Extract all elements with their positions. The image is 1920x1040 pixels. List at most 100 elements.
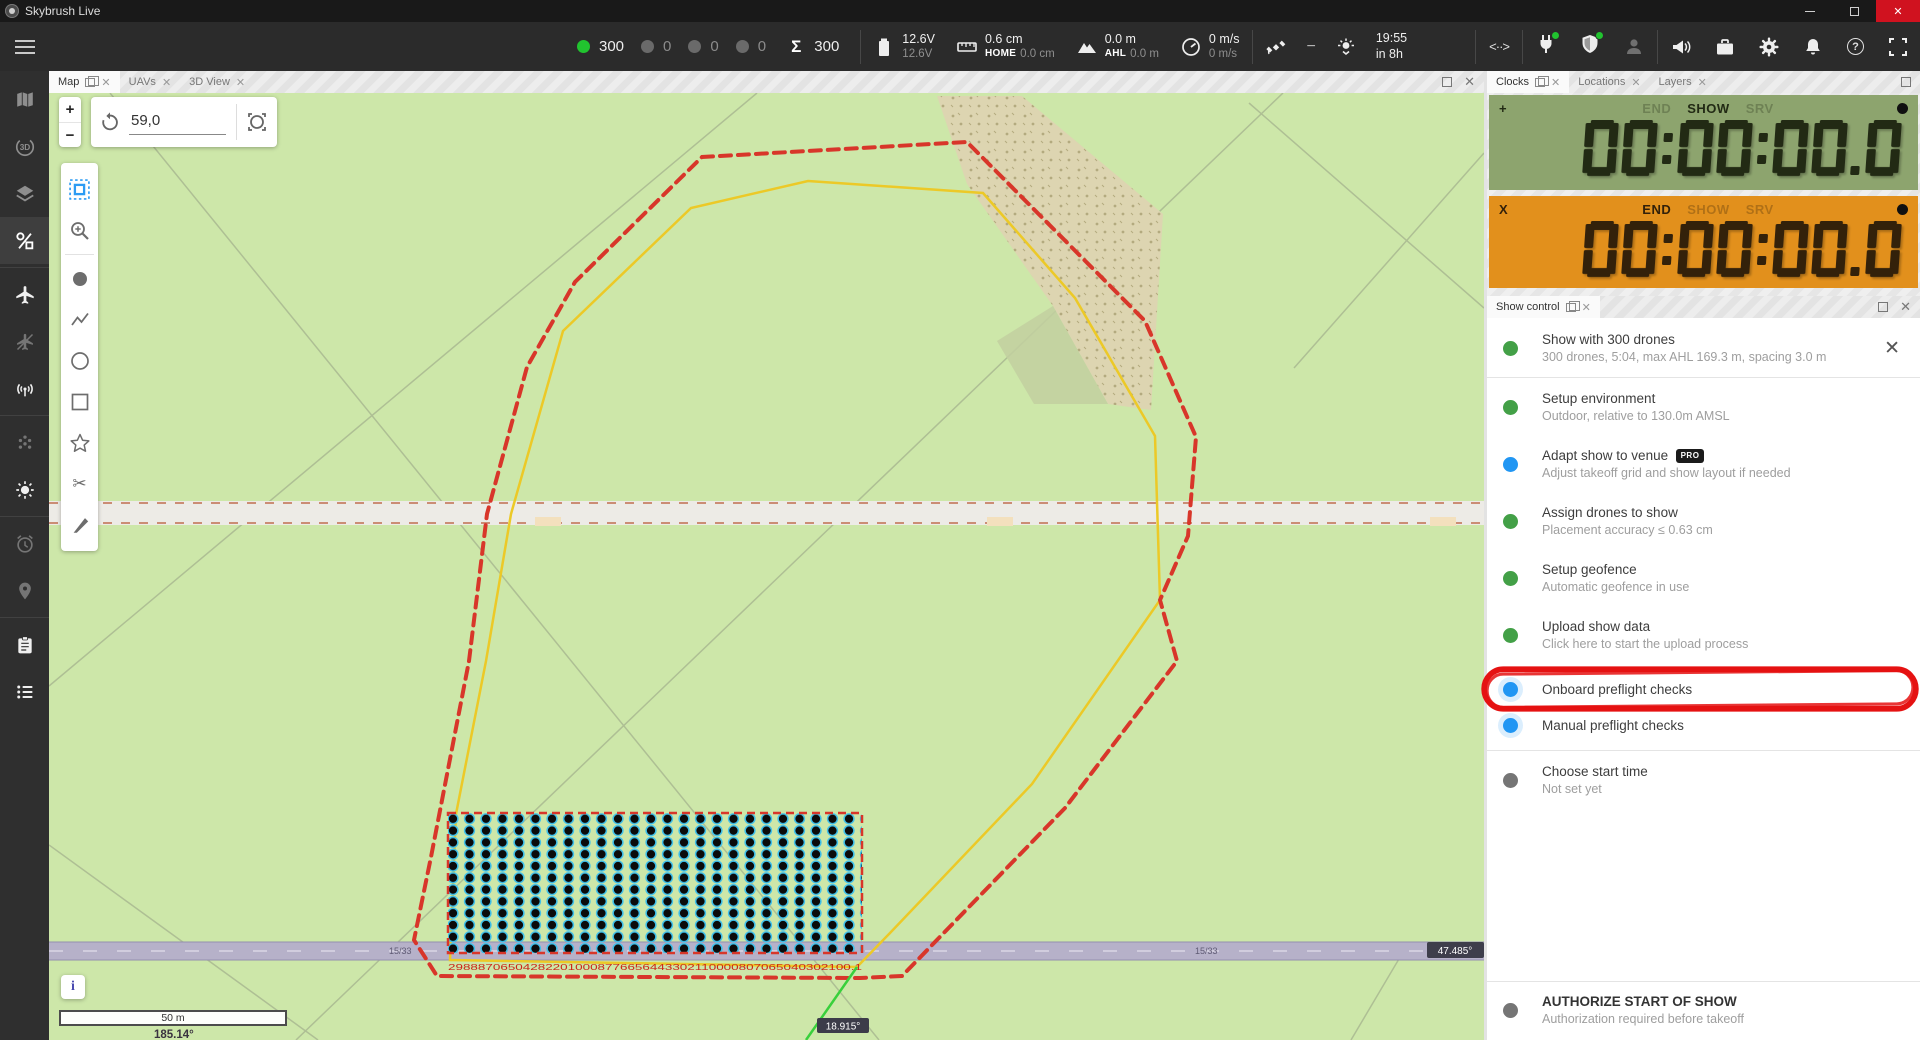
takeoff-grid[interactable]: 2988870650428220100087766564433021100008… (448, 813, 862, 972)
close-button[interactable]: ✕ (1876, 0, 1920, 22)
clock-show-play-button[interactable]: + (1499, 101, 1519, 116)
clear-show-icon[interactable]: ✕ (1880, 337, 1904, 360)
sidebar-item-rtk[interactable] (0, 365, 49, 412)
check-item-environment[interactable]: Setup environment Outdoor, relative to 1… (1487, 385, 1920, 429)
sidebar-item-map[interactable] (0, 76, 49, 123)
sidebar-item-event-log[interactable] (0, 668, 49, 715)
check-item-manual-preflight[interactable]: Manual preflight checks (1487, 707, 1920, 743)
drone-status-counters[interactable]: 300 0 0 0 Σ 300 (577, 37, 847, 57)
rectangle-tool[interactable] (61, 381, 98, 422)
sidebar-item-uavs[interactable] (0, 271, 49, 318)
help-icon[interactable]: ? (1847, 38, 1864, 55)
tab-locations[interactable]: Locations ✕ (1569, 71, 1649, 93)
check-item-onboard-preflight[interactable]: Onboard preflight checks (1487, 671, 1920, 707)
tab-show-control-close-icon[interactable]: ✕ (1582, 301, 1591, 314)
clock-show-status-dot (1897, 103, 1908, 114)
authorize-start-row[interactable]: AUTHORIZE START OF SHOW Authorization re… (1487, 988, 1920, 1032)
show-control-undock-icon[interactable] (1566, 303, 1576, 312)
check-item-geofence[interactable]: Setup geofence Automatic geofence in use (1487, 556, 1920, 600)
zoom-tool[interactable] (61, 210, 98, 251)
battery-status[interactable]: 12.6V 12.6V (874, 32, 935, 62)
tab-map-close-icon[interactable]: ✕ (101, 76, 110, 89)
attribution-info-button[interactable]: i (61, 975, 85, 999)
point-tool[interactable] (61, 258, 98, 299)
brightness-icon[interactable] (1336, 37, 1356, 57)
battery-min: 12.6V (902, 47, 935, 61)
check-item-adapt-venue[interactable]: Adapt show to venue PRO Adjust takeoff g… (1487, 442, 1920, 486)
sidebar-item-uav-details[interactable] (0, 318, 49, 365)
tab-3d-close-icon[interactable]: ✕ (236, 76, 245, 89)
sidebar-item-clocks[interactable] (0, 520, 49, 567)
home-accuracy-status[interactable]: 0.6 cm HOME0.0 cm (957, 32, 1055, 62)
tab-3d-view[interactable]: 3D View ✕ (180, 71, 254, 93)
fit-rotation-icon[interactable] (245, 110, 269, 134)
user-icon[interactable] (1624, 37, 1644, 57)
auth-shield-icon[interactable] (1580, 34, 1600, 59)
sidebar-item-show-control[interactable] (0, 217, 49, 264)
altitude-status[interactable]: 0.0 m AHL0.0 m (1077, 32, 1159, 62)
sidebar-item-show-checklist[interactable] (0, 621, 49, 668)
circle-tool[interactable] (61, 340, 98, 381)
satellite-icon[interactable] (1266, 37, 1286, 57)
star-tool[interactable] (61, 422, 98, 463)
tab-uavs[interactable]: UAVs ✕ (120, 71, 181, 93)
tab-uavs-close-icon[interactable]: ✕ (162, 76, 171, 89)
path-tool[interactable] (61, 299, 98, 340)
rotate-ccw-icon[interactable] (99, 111, 121, 133)
tab-layers[interactable]: Layers ✕ (1650, 71, 1716, 93)
toolbox-icon[interactable] (1715, 37, 1735, 57)
zoom-in-button[interactable]: + (59, 97, 81, 122)
menu-icon[interactable] (15, 36, 35, 58)
minimize-button[interactable] (1788, 0, 1832, 22)
sidebar-item-light-control[interactable] (0, 466, 49, 513)
ahl-label: AHL (1105, 48, 1126, 61)
magnifier-plus-icon (69, 220, 91, 242)
check-item-show-file[interactable]: Show with 300 drones 300 drones, 5:04, m… (1487, 326, 1920, 370)
rotation-input[interactable]: 59,0 (129, 109, 226, 135)
rtk-status[interactable]: − (1306, 38, 1315, 56)
sidebar-item-layers[interactable] (0, 170, 49, 217)
check-item-start-time[interactable]: Choose start time Not set yet (1487, 758, 1920, 802)
runway-label-right: 15/33 (1195, 946, 1218, 956)
server-ok-badge (1551, 31, 1560, 40)
clocks-maximize-icon[interactable] (1901, 77, 1911, 87)
item-title: Choose start time (1542, 764, 1904, 779)
sidebar-item-locations[interactable] (0, 567, 49, 614)
show-control-close-icon[interactable]: ✕ (1900, 299, 1911, 315)
check-item-assign-drones[interactable]: Assign drones to show Placement accuracy… (1487, 499, 1920, 543)
tab-locations-close-icon[interactable]: ✕ (1631, 76, 1640, 89)
connection-code-icon[interactable]: <··> (1489, 39, 1509, 54)
clocks-undock-icon[interactable] (1535, 78, 1545, 87)
item-title: Setup geofence (1542, 562, 1904, 577)
broadcast-icon[interactable] (1671, 37, 1691, 57)
map-maximize-icon[interactable] (1442, 77, 1452, 87)
server-plug-icon[interactable] (1536, 34, 1556, 59)
counter-warning: 0 (663, 38, 671, 55)
select-tool[interactable] (61, 169, 98, 210)
settings-gear-icon[interactable] (1759, 37, 1779, 57)
sidebar-item-swarm[interactable] (0, 419, 49, 466)
maximize-button[interactable] (1832, 0, 1876, 22)
speed-status[interactable]: 0 m/s 0 m/s (1181, 32, 1240, 62)
counter-error: 0 (710, 38, 718, 55)
zoom-out-button[interactable]: − (59, 122, 81, 147)
item-title: Assign drones to show (1542, 505, 1904, 520)
clock-end-stop-button[interactable]: X (1499, 202, 1519, 217)
tab-show-control[interactable]: Show control ✕ (1487, 296, 1600, 318)
notifications-bell-icon[interactable] (1803, 37, 1823, 57)
edit-feature-tool[interactable] (61, 504, 98, 545)
check-item-upload[interactable]: Upload show data Click here to start the… (1487, 613, 1920, 657)
cut-tool[interactable]: ✂ (61, 463, 98, 504)
undock-icon[interactable] (85, 78, 95, 87)
tab-layers-close-icon[interactable]: ✕ (1698, 76, 1707, 89)
sidebar-item-3d-view[interactable]: 3D (0, 123, 49, 170)
fullscreen-icon[interactable] (1888, 37, 1908, 57)
tab-map[interactable]: Map ✕ (49, 71, 120, 93)
local-time: 19:55 (1376, 31, 1407, 45)
map-canvas[interactable]: 15/33 15/33 2988870650428220100087766564… (49, 93, 1484, 1040)
circle-icon (69, 350, 91, 372)
map-close-icon[interactable]: ✕ (1464, 74, 1475, 90)
tab-clocks-close-icon[interactable]: ✕ (1551, 76, 1560, 89)
tab-clocks[interactable]: Clocks ✕ (1487, 71, 1569, 93)
show-control-maximize-icon[interactable] (1878, 302, 1888, 312)
